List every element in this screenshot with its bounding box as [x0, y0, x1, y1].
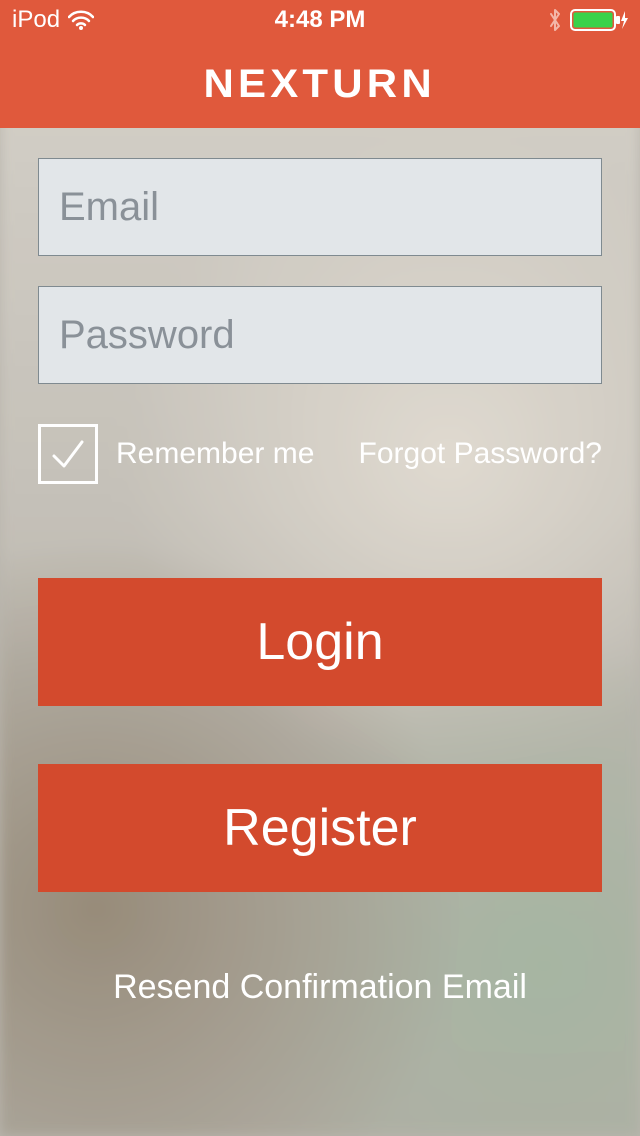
- remember-me-label: Remember me: [116, 437, 314, 471]
- register-button[interactable]: Register: [38, 764, 602, 892]
- password-field[interactable]: [38, 286, 602, 384]
- resend-confirmation-link[interactable]: Resend Confirmation Email: [38, 968, 602, 1007]
- remember-me-checkbox[interactable]: [38, 424, 98, 484]
- app-logo-text: NEXTURN: [204, 62, 436, 107]
- battery-icon: [570, 8, 628, 32]
- login-button[interactable]: Login: [38, 578, 602, 706]
- bluetooth-icon: [548, 8, 562, 32]
- forgot-password-link[interactable]: Forgot Password?: [359, 437, 602, 471]
- clock: 4:48 PM: [0, 6, 640, 34]
- email-field[interactable]: [38, 158, 602, 256]
- device-label: iPod: [12, 6, 60, 34]
- app-header: NEXTURN: [0, 40, 640, 128]
- login-form: Remember me Forgot Password? Login Regis…: [0, 128, 640, 1007]
- checkmark-icon: [46, 432, 90, 476]
- wifi-icon: [68, 10, 94, 30]
- status-bar: iPod 4:48 PM: [0, 0, 640, 40]
